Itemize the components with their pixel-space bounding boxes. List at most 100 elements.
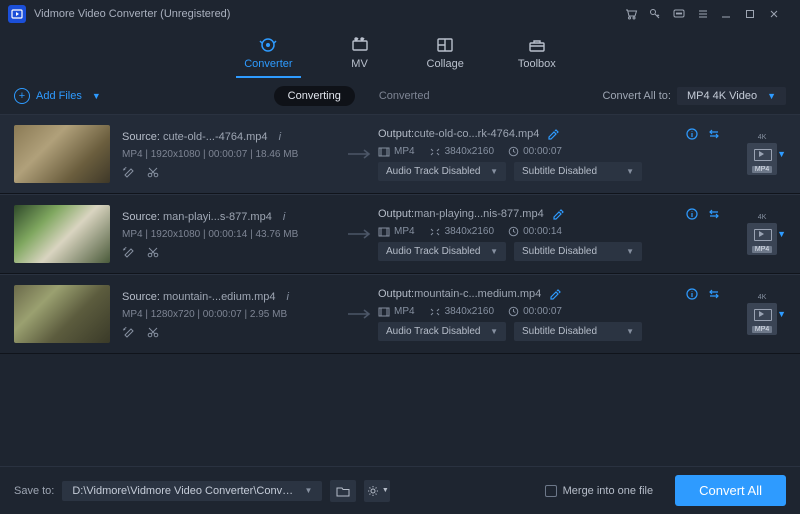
audio-track-select[interactable]: Audio Track Disabled▼ [378, 162, 506, 181]
output-block: Output: cute-old-co...rk-4764.mp4 MP4 38… [378, 127, 721, 181]
checkbox-icon [545, 485, 557, 497]
audio-track-select[interactable]: Audio Track Disabled▼ [378, 242, 506, 261]
chevron-down-icon: ▼ [767, 91, 776, 101]
file-row: Source: mountain-...edium.mp4 i MP4 | 12… [0, 274, 800, 354]
output-info-icons [685, 207, 721, 221]
tab-label: Collage [427, 58, 464, 70]
cut-icon[interactable] [146, 166, 160, 178]
info-icon[interactable]: i [287, 291, 289, 303]
thumbnail[interactable] [14, 205, 110, 263]
source-block: Source: man-playi...s-877.mp4 i MP4 | 19… [122, 211, 342, 258]
output-header: Output: man-playing...nis-877.mp4 [378, 207, 721, 221]
app-title: Vidmore Video Converter (Unregistered) [34, 8, 230, 20]
save-to-label: Save to: [14, 485, 54, 497]
thumbnail[interactable] [14, 125, 110, 183]
edit-name-icon[interactable] [549, 288, 561, 300]
tab-converting[interactable]: Converting [274, 86, 355, 106]
bottom-bar: Save to: D:\Vidmore\Vidmore Video Conver… [0, 466, 800, 514]
tab-toolbox[interactable]: Toolbox [510, 34, 564, 78]
output-dropdowns: Audio Track Disabled▼ Subtitle Disabled▼ [378, 162, 721, 181]
convert-all-button[interactable]: Convert All [675, 475, 786, 506]
feedback-icon[interactable] [672, 7, 696, 21]
enhance-icon[interactable] [122, 166, 136, 178]
format-tile-icon: MP4 [747, 303, 777, 335]
output-filename: mountain-c...medium.mp4 [414, 288, 541, 300]
thumbnail[interactable] [14, 285, 110, 343]
chevron-down-icon: ▼ [777, 149, 786, 159]
compress-icon[interactable] [707, 287, 721, 301]
save-path-value: D:\Vidmore\Vidmore Video Converter\Conve… [72, 485, 294, 497]
output-block: Output: man-playing...nis-877.mp4 MP4 38… [378, 207, 721, 261]
output-info-icons [685, 287, 721, 301]
format-select[interactable]: MP4 4K Video ▼ [677, 87, 786, 105]
tab-converted[interactable]: Converted [379, 90, 430, 102]
format-picker[interactable]: 4K MP4 ▼ [721, 294, 786, 335]
tab-converter[interactable]: Converter [236, 34, 300, 78]
edit-name-icon[interactable] [552, 208, 564, 220]
format-tile-icon: MP4 [747, 143, 777, 175]
mv-icon [347, 36, 373, 54]
info-icon[interactable]: i [279, 131, 281, 143]
tab-mv[interactable]: MV [339, 34, 381, 78]
plus-icon: + [14, 88, 30, 104]
arrow-icon [342, 144, 378, 164]
duration-spec: 00:00:07 [508, 146, 562, 157]
add-files-label: Add Files [36, 90, 82, 102]
output-filename: cute-old-co...rk-4764.mp4 [414, 128, 539, 140]
source-spec: MP4 | 1920x1080 | 00:00:07 | 18.46 MB [122, 149, 342, 160]
toolbar: + Add Files ▼ Converting Converted Conve… [0, 78, 800, 114]
cart-icon[interactable] [624, 7, 648, 21]
tab-collage[interactable]: Collage [419, 34, 472, 78]
chevron-down-icon: ▼ [777, 309, 786, 319]
format-badge: 4K [758, 294, 767, 301]
source-block: Source: mountain-...edium.mp4 i MP4 | 12… [122, 291, 342, 338]
subtitle-select[interactable]: Subtitle Disabled▼ [514, 162, 642, 181]
subtitle-select[interactable]: Subtitle Disabled▼ [514, 242, 642, 261]
duration-spec: 00:00:14 [508, 226, 562, 237]
open-folder-button[interactable] [330, 480, 356, 502]
cut-icon[interactable] [146, 246, 160, 258]
resolution-spec: 3840x2160 [429, 226, 495, 237]
enhance-icon[interactable] [122, 326, 136, 338]
source-spec: MP4 | 1280x720 | 00:00:07 | 2.95 MB [122, 309, 342, 320]
key-icon[interactable] [648, 7, 672, 21]
compress-icon[interactable] [707, 127, 721, 141]
menu-icon[interactable] [696, 7, 720, 21]
container-spec: MP4 [378, 146, 415, 157]
subtitle-select[interactable]: Subtitle Disabled▼ [514, 322, 642, 341]
merge-checkbox[interactable]: Merge into one file [545, 485, 654, 497]
audio-track-select[interactable]: Audio Track Disabled▼ [378, 322, 506, 341]
output-header: Output: mountain-c...medium.mp4 [378, 287, 721, 301]
output-specs: MP4 3840x2160 00:00:07 [378, 306, 721, 317]
info-icon[interactable]: i [283, 211, 285, 223]
info-circle-icon[interactable] [685, 127, 699, 141]
format-picker[interactable]: 4K MP4 ▼ [721, 214, 786, 255]
source-line: Source: man-playi...s-877.mp4 i [122, 211, 342, 223]
chevron-down-icon: ▼ [382, 487, 389, 494]
compress-icon[interactable] [707, 207, 721, 221]
tab-label: Converter [244, 58, 292, 70]
enhance-icon[interactable] [122, 246, 136, 258]
maximize-button[interactable] [744, 8, 768, 20]
info-circle-icon[interactable] [685, 287, 699, 301]
add-files-button[interactable]: + Add Files ▼ [14, 88, 101, 104]
minimize-button[interactable] [720, 8, 744, 20]
save-path-select[interactable]: D:\Vidmore\Vidmore Video Converter\Conve… [62, 481, 322, 501]
settings-button[interactable]: ▼ [364, 480, 390, 502]
converter-icon [255, 36, 281, 54]
format-selected-value: MP4 4K Video [687, 90, 757, 102]
chevron-down-icon: ▼ [304, 486, 312, 495]
format-picker[interactable]: 4K MP4 ▼ [721, 134, 786, 175]
source-spec: MP4 | 1920x1080 | 00:00:14 | 43.76 MB [122, 229, 342, 240]
info-circle-icon[interactable] [685, 207, 699, 221]
format-badge: 4K [758, 214, 767, 221]
cut-icon[interactable] [146, 326, 160, 338]
source-filename: cute-old-...-4764.mp4 [163, 131, 268, 143]
container-spec: MP4 [378, 226, 415, 237]
close-button[interactable] [768, 8, 792, 20]
output-specs: MP4 3840x2160 00:00:14 [378, 226, 721, 237]
output-dropdowns: Audio Track Disabled▼ Subtitle Disabled▼ [378, 322, 721, 341]
edit-name-icon[interactable] [547, 128, 559, 140]
source-actions [122, 326, 342, 338]
file-row: Source: man-playi...s-877.mp4 i MP4 | 19… [0, 194, 800, 274]
